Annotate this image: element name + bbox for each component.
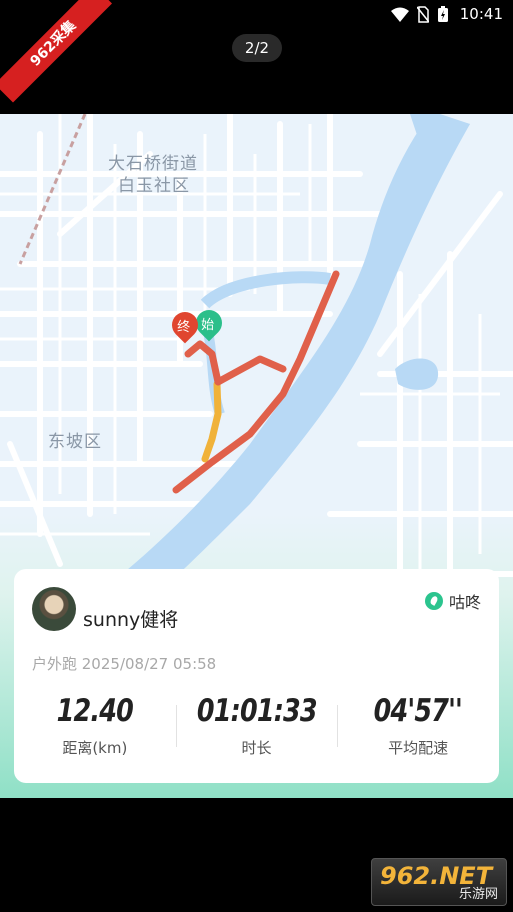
- brand-name: 咕咚: [448, 593, 481, 612]
- creek: [200, 271, 331, 309]
- map-label-baiyu: 白玉社区: [118, 176, 190, 196]
- status-icons: [391, 6, 449, 23]
- status-time: 10:41: [459, 5, 503, 23]
- page-indicator: 2/2: [232, 34, 282, 62]
- stat-duration: 01:01:33 时长: [175, 691, 338, 771]
- railway: [18, 114, 87, 265]
- stats-row: 12.40 距离(km) 01:01:33 时长 04'57'' 平均配速: [14, 691, 499, 771]
- codoon-logo-icon: [424, 592, 443, 610]
- stat-value: 12.40: [56, 693, 134, 729]
- username[interactable]: sunny健将: [83, 605, 178, 632]
- no-sim-icon: [417, 6, 429, 23]
- site-watermark: 962.NET 乐游网: [371, 858, 507, 906]
- stat-pace: 04'57'' 平均配速: [337, 691, 499, 771]
- stat-distance: 12.40 距离(km): [14, 691, 176, 771]
- stat-value: 01:01:33: [196, 693, 318, 729]
- map-label-dongpo: 东坡区: [48, 432, 102, 452]
- activity-type-date: 户外跑 2025/08/27 05:58: [32, 655, 217, 673]
- stat-label: 时长: [241, 739, 272, 757]
- activity-summary-card: sunny健将 咕咚 户外跑 2025/08/27 05:58 12.40 距离…: [14, 569, 499, 783]
- stat-value: 04'57'': [373, 693, 463, 729]
- brand-badge: 咕咚: [424, 589, 481, 613]
- watermark-sub: 乐游网: [458, 887, 498, 902]
- stat-label: 平均配速: [388, 739, 449, 757]
- stat-label: 距离(km): [62, 739, 128, 757]
- wifi-icon: [391, 7, 409, 22]
- battery-charging-icon: [438, 6, 448, 22]
- end-marker-label: 终: [177, 320, 191, 336]
- avatar[interactable]: [32, 587, 76, 631]
- start-marker-label: 始: [201, 318, 215, 334]
